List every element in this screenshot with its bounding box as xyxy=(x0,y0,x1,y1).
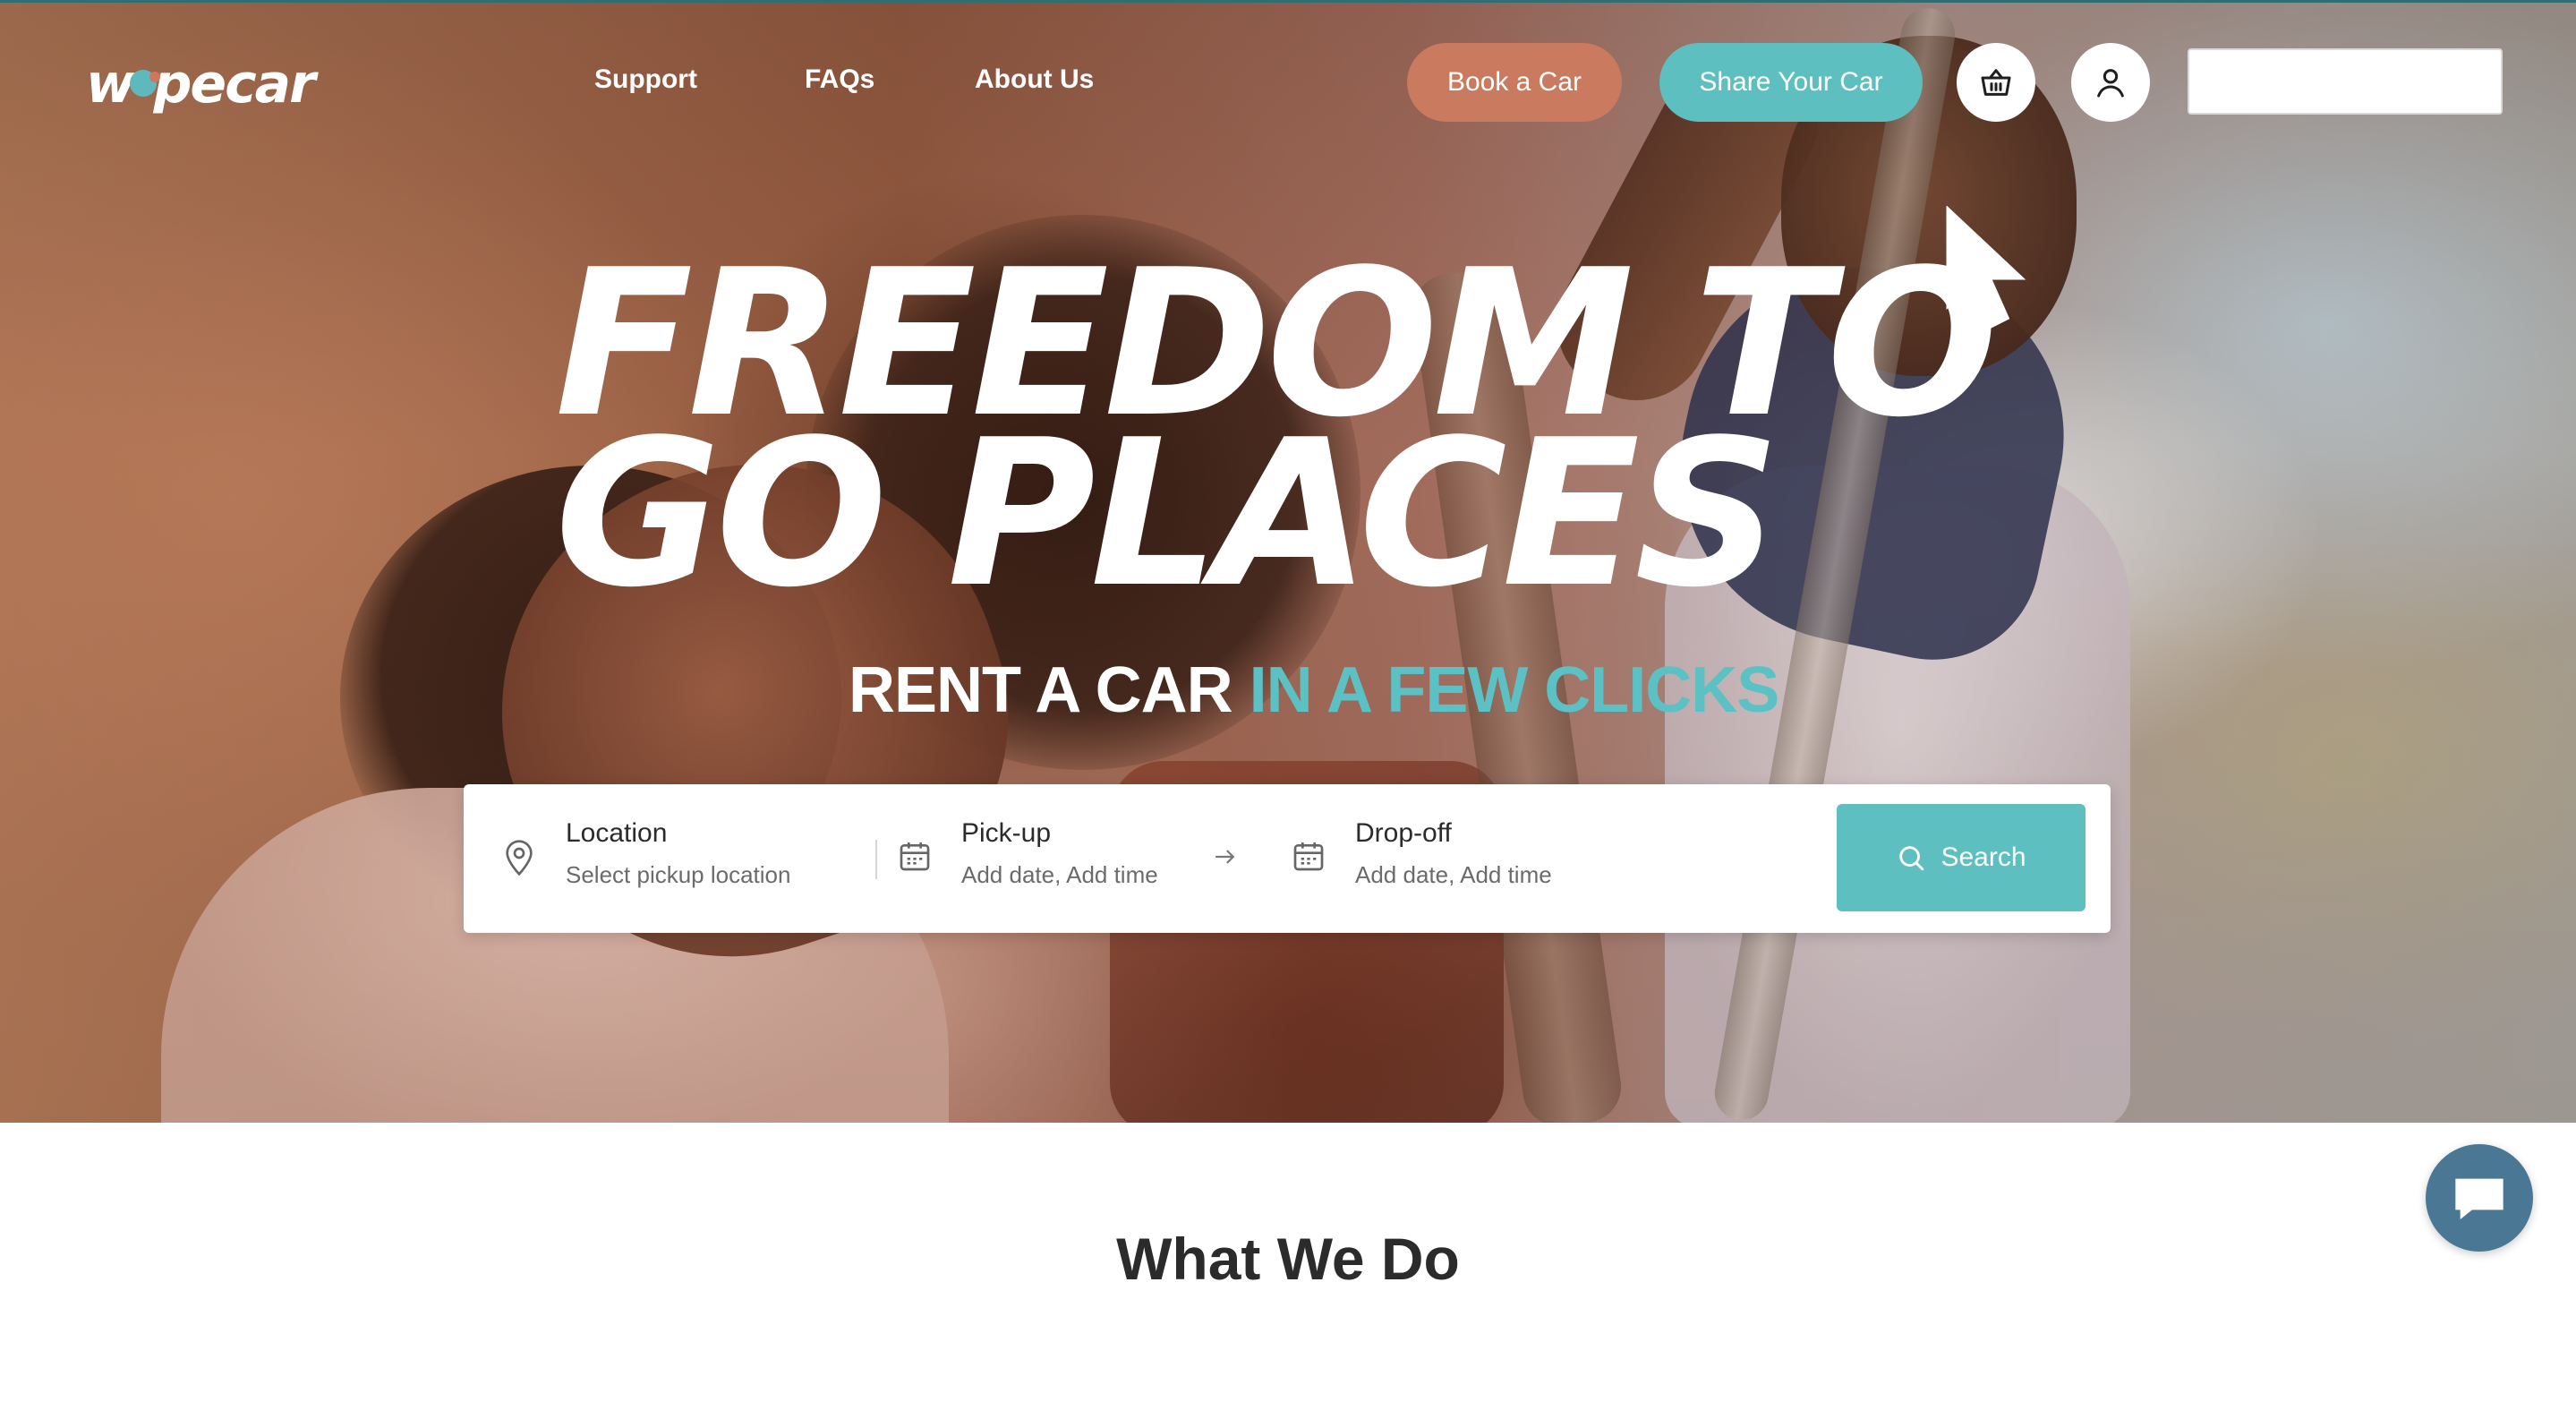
calendar-icon xyxy=(900,842,930,871)
location-label: Location xyxy=(566,818,668,848)
pickup-placeholder: Add date, Add time xyxy=(961,861,1158,888)
account-button[interactable] xyxy=(2071,43,2150,122)
calendar-icon xyxy=(1293,842,1324,871)
subheadline-white: RENT A CAR xyxy=(849,654,1233,726)
share-your-car-button[interactable]: Share Your Car xyxy=(1659,43,1923,122)
basket-icon xyxy=(1981,69,2011,96)
hero-subheadline: RENT A CAR IN A FEW CLICKS xyxy=(849,654,1780,727)
nav-link-about-us[interactable]: About Us xyxy=(975,64,1094,95)
dropoff-label: Drop-off xyxy=(1355,818,1452,848)
mouse-pointer-icon xyxy=(1946,206,2026,330)
location-field[interactable]: Location Select pickup location xyxy=(566,818,790,889)
user-icon xyxy=(2097,69,2124,98)
book-a-car-button[interactable]: Book a Car xyxy=(1407,43,1622,122)
pickup-field[interactable]: Pick-up Add date, Add time xyxy=(961,818,1158,889)
pickup-label: Pick-up xyxy=(961,818,1052,848)
chat-button[interactable] xyxy=(2426,1144,2533,1252)
search-bar: Location Select pickup location Pick-up … xyxy=(464,784,2111,933)
search-icon xyxy=(1899,846,1924,871)
search-button[interactable]: Search xyxy=(1837,804,2086,911)
nav-link-faqs[interactable]: FAQs xyxy=(805,64,874,95)
page: w pecar Support FAQs About Us Book a Car … xyxy=(0,0,2576,1402)
wopecar-logo[interactable]: w pecar xyxy=(86,52,316,116)
top-accent-line xyxy=(0,0,2576,3)
logo-text: w pecar xyxy=(86,53,316,115)
chat-icon xyxy=(2455,1178,2503,1219)
map-pin-icon xyxy=(506,840,533,876)
location-placeholder: Select pickup location xyxy=(566,861,791,888)
dropoff-placeholder: Add date, Add time xyxy=(1355,861,1552,888)
subheadline-teal: IN A FEW CLICKS xyxy=(1249,654,1780,726)
search-button-label: Search xyxy=(1941,842,2026,872)
section-title: What We Do xyxy=(1116,1226,1460,1292)
field-divider xyxy=(875,840,877,879)
nav-link-support[interactable]: Support xyxy=(594,64,697,95)
dropoff-field[interactable]: Drop-off Add date, Add time xyxy=(1355,818,1552,889)
language-selector[interactable] xyxy=(2188,48,2503,115)
hero-headline: FREEDOM TO GO PLACES xyxy=(555,244,1999,616)
arrow-right-icon xyxy=(1215,850,1235,864)
basket-button[interactable] xyxy=(1957,43,2035,122)
